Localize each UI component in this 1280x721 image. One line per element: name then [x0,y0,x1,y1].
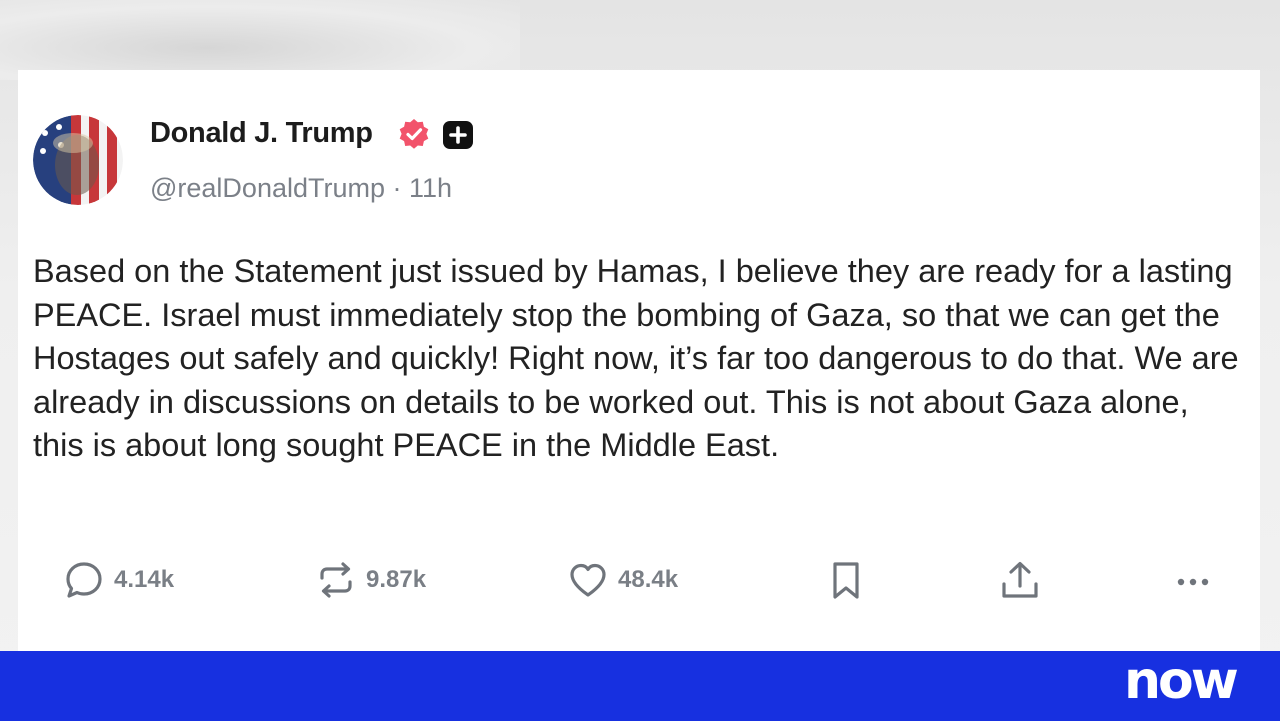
post-body: Based on the Statement just issued by Ha… [33,253,1239,463]
handle-line: @realDonaldTrump · 11h [150,168,452,208]
avatar[interactable] [33,115,123,205]
share-upload-icon [1002,561,1038,598]
share-button[interactable] [998,555,1042,605]
more-dots-icon [1177,578,1209,586]
like-count: 48.4k [618,566,679,593]
reply-bubble-icon [66,562,102,598]
logo-text: now [1124,654,1238,706]
repost-button[interactable]: 9.87k [314,555,426,605]
like-button[interactable]: 48.4k [566,555,678,605]
bookmark-icon [833,562,859,599]
now-channel-logo: now [1124,654,1241,706]
plus-icon [443,121,473,149]
reply-button[interactable]: 4.14k [62,555,174,605]
action-bar: 4.14k 9.87k 48.4k [0,555,1280,610]
repost-count: 9.87k [366,566,427,593]
reply-count: 4.14k [114,566,175,593]
background-blur [0,0,520,80]
separator: · [392,173,402,203]
heart-icon [570,563,606,597]
timestamp[interactable]: 11h [409,173,452,203]
handle[interactable]: @realDonaldTrump [150,173,385,203]
more-button[interactable] [1172,555,1216,605]
display-name[interactable]: Donald J. Trump [150,113,373,153]
repost-icon [320,562,352,598]
broadcast-brand-bar [0,651,1280,721]
bookmark-button[interactable] [824,555,868,605]
avatar-image [33,115,123,205]
verified-check-icon [399,119,429,149]
